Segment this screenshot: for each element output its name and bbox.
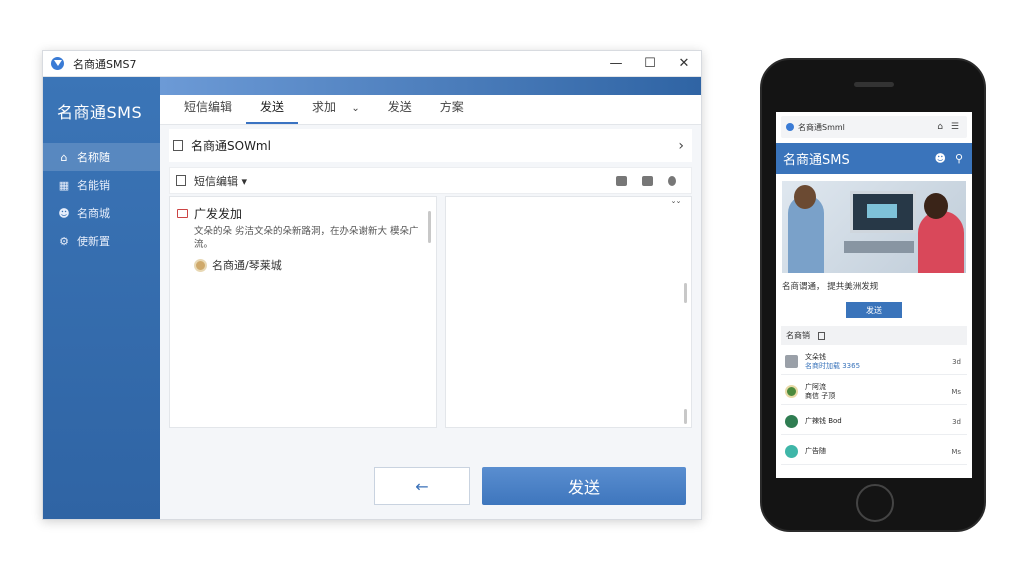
toolbar-label: 短信编辑 [194, 174, 238, 188]
list-item-meta: Ms [951, 387, 961, 396]
message-icon [177, 209, 188, 218]
chevron-down-icon[interactable]: ⌄ [351, 103, 359, 114]
mobile-header-title: 名商通SMS [783, 153, 850, 168]
tab-bar: 短信编辑 发送 求加 ⌄ 发送 方案 [160, 95, 701, 125]
message-body: 文朵的朵 劣洁文朵的朵新路洞，在办朵谢新大 模朵广流。 [194, 226, 419, 250]
tab-plan[interactable]: 方案 [426, 98, 478, 124]
phone-screen: 名商通Smml ⌂ ☰ 名商通SMS ☻ ⚲ 名商谓通， 提共美洲发规 发送 名… [776, 112, 972, 478]
avatar [194, 258, 207, 272]
search-icon[interactable]: ⚲ [955, 152, 963, 165]
user-icon[interactable]: ☻ [934, 152, 945, 165]
back-button[interactable]: ← [374, 467, 470, 505]
header-band [160, 77, 701, 95]
home-button[interactable] [856, 484, 894, 522]
expand-icon[interactable]: ˇˇ [671, 201, 681, 212]
breadcrumb-label: 名商通SOWml [191, 139, 271, 153]
home-icon: ⌂ [60, 150, 68, 164]
avatar [785, 415, 798, 428]
person-figure [918, 211, 964, 273]
address-bar[interactable]: 名商通Smml ⌂ ☰ [781, 116, 967, 138]
scrollbar[interactable] [684, 409, 687, 424]
main-area: 短信编辑 发送 求加 ⌄ 发送 方案 名商通SOWml › 短信编辑 ▾ 广发发… [160, 95, 701, 519]
hero-caption: 名商谓通， 提共美洲发规 [782, 282, 879, 292]
app-logo-icon [51, 57, 64, 70]
message-sender: 名商通/琴莱城 [170, 251, 436, 273]
sidebar-item-label: 名能销 [77, 179, 110, 192]
document-icon [176, 175, 186, 186]
document-icon [818, 331, 825, 340]
settings-icon: ⚙ [59, 234, 69, 248]
sidebar: 名商通SMS ⌂ 名称随 ▦ 名能销 ☻ 名商城 ⚙ 使新置 [43, 77, 160, 519]
sidebar-item-marketing[interactable]: ▦ 名能销 [43, 171, 160, 199]
document-icon [173, 140, 183, 151]
sidebar-brand: 名商通SMS [57, 103, 143, 122]
mobile-header: 名商通SMS ☻ ⚲ [776, 143, 972, 174]
list-item-sub: 名商时加载 3365 [805, 361, 861, 370]
scrollbar[interactable] [428, 211, 431, 243]
message-preview-pane[interactable]: ˇˇ [445, 196, 692, 428]
list-item-title: 广阿流 [805, 382, 826, 391]
sidebar-item-label: 名称随 [77, 151, 110, 164]
message-title: 广发发加 [194, 207, 243, 221]
sidebar-item-home[interactable]: ⌂ 名称随 [43, 143, 160, 171]
app-logo-icon [786, 123, 794, 131]
address-text: 名商通Smml [798, 122, 845, 132]
user-icon: ☻ [58, 206, 70, 220]
list-item[interactable]: 广辣钱 Bod 3d [781, 409, 967, 435]
person-head [794, 185, 816, 209]
breadcrumb[interactable]: 名商通SOWml › [169, 129, 692, 162]
avatar [785, 445, 798, 458]
person-head [924, 193, 948, 219]
list-item-sub: 商信 子顶 [805, 391, 836, 400]
toolbar-dropdown[interactable]: 短信编辑 ▾ [194, 173, 616, 189]
editor-toolbar: 短信编辑 ▾ [169, 167, 692, 194]
window-title: 名商通SMS7 [73, 57, 137, 71]
message-list-pane: 广发发加 文朵的朵 劣洁文朵的朵新路洞，在办朵谢新大 模朵广流。 名商通/琴莱城 [169, 196, 437, 428]
filter-label: 名商销 [786, 331, 810, 340]
tab-label: 求加 [312, 100, 337, 114]
cloud-icon[interactable] [616, 175, 627, 186]
scrollbar[interactable] [684, 283, 687, 303]
avatar [785, 355, 798, 368]
list-item-meta: Ms [951, 447, 961, 456]
grid-icon: ▦ [58, 178, 70, 192]
tab-add[interactable]: 求加 ⌄ [298, 98, 374, 124]
list-item-title: 广辣钱 Bod [805, 417, 842, 425]
list-item-title: 文朵钱 [805, 352, 826, 361]
attachment-icon[interactable] [668, 175, 676, 186]
minimize-icon[interactable]: — [599, 51, 633, 77]
sender-name: 名商通/琴莱城 [212, 259, 282, 272]
sidebar-item-label: 名商城 [77, 207, 110, 220]
list-item-meta: 3d [952, 417, 961, 426]
phone-mockup: 名商通Smml ⌂ ☰ 名商通SMS ☻ ⚲ 名商谓通， 提共美洲发规 发送 名… [760, 58, 986, 532]
hero-image [782, 181, 966, 273]
save-icon[interactable] [642, 175, 653, 186]
home-icon[interactable]: ⌂ [937, 122, 943, 132]
monitor [850, 191, 916, 233]
menu-icon[interactable]: ☰ [951, 122, 959, 132]
maximize-icon[interactable]: ☐ [633, 51, 667, 77]
tab-sms-edit[interactable]: 短信编辑 [170, 98, 246, 124]
filter-bar[interactable]: 名商销 [781, 326, 967, 345]
tab-send-2[interactable]: 发送 [374, 98, 426, 124]
send-button[interactable]: 发送 [482, 467, 686, 505]
phone-speaker [854, 82, 894, 87]
tab-send[interactable]: 发送 [246, 98, 299, 124]
title-bar: 名商通SMS7 — ☐ ✕ [43, 51, 701, 77]
close-icon[interactable]: ✕ [667, 51, 701, 77]
mobile-send-button[interactable]: 发送 [846, 302, 902, 318]
desktop-window: 名商通SMS7 — ☐ ✕ 名商通SMS ⌂ 名称随 ▦ 名能销 ☻ 名商城 ⚙… [42, 50, 702, 520]
list-item-title: 广告随 [805, 447, 826, 455]
list-item[interactable]: 广阿流 商信 子顶 Ms [781, 379, 967, 405]
message-item[interactable]: 广发发加 [170, 197, 436, 222]
list-item-meta: 3d [952, 357, 961, 366]
sidebar-item-label: 使新置 [77, 235, 110, 248]
keyboard [844, 241, 914, 253]
chevron-right-icon[interactable]: › [678, 138, 684, 154]
avatar [785, 385, 798, 398]
list-item[interactable]: 文朵钱 名商时加载 3365 3d [781, 349, 967, 375]
sidebar-item-settings[interactable]: ⚙ 使新置 [43, 227, 160, 255]
list-item[interactable]: 广告随 Ms [781, 439, 967, 465]
sidebar-item-mall[interactable]: ☻ 名商城 [43, 199, 160, 227]
